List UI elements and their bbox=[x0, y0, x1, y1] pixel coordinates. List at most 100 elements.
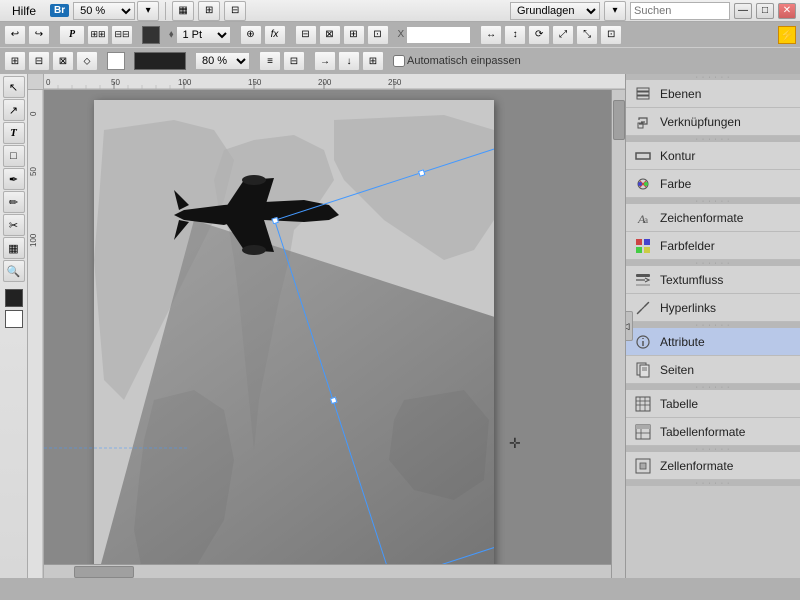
svg-text:50: 50 bbox=[29, 167, 38, 176]
menu-bar: Hilfe Br 50 % 75 % 100 % ▾ ▦ ⊞ ⊟ Grundla… bbox=[0, 0, 800, 22]
view-zoom-select[interactable]: 80 % 100 % bbox=[195, 52, 250, 70]
t2-align1[interactable]: ≡ bbox=[259, 51, 281, 71]
panel-item-farbe[interactable]: Farbe bbox=[626, 170, 800, 198]
canvas-area[interactable]: 0 50 100 150 200 250 bbox=[28, 74, 625, 578]
t2-sep3 bbox=[190, 52, 191, 70]
search-area bbox=[630, 2, 730, 20]
view-btn2[interactable]: ⊞ bbox=[198, 1, 220, 21]
panel-item-zeichenformate[interactable]: AaZeichenformate bbox=[626, 204, 800, 232]
right-panel: ◁ · · · · · · EbenenVerknüpfungen· · · ·… bbox=[625, 74, 800, 578]
transform6-btn[interactable]: ⊡ bbox=[600, 25, 622, 45]
select-tool[interactable]: ↖ bbox=[3, 76, 25, 98]
zoom-control[interactable]: 50 % 75 % 100 % ▾ bbox=[73, 1, 159, 21]
transform5-btn[interactable]: ⤡ bbox=[576, 25, 598, 45]
sep-t2 bbox=[137, 26, 138, 44]
sep-t1 bbox=[54, 26, 55, 44]
pencil-tool[interactable]: ✏ bbox=[3, 191, 25, 213]
minimize-btn[interactable]: — bbox=[734, 3, 752, 19]
close-btn[interactable]: ✕ bbox=[778, 3, 796, 19]
toolbar2: ⊞ ⊟ ⊠ ⬦ 80 % 100 % ≡ ⊟ → ↓ ⊞ Automatisch… bbox=[0, 48, 800, 74]
x-label: X bbox=[398, 29, 405, 40]
auto-fit-checkbox[interactable] bbox=[393, 55, 405, 67]
panel-label-seiten: Seiten bbox=[660, 363, 694, 377]
canvas-scrollbar-h[interactable] bbox=[44, 564, 611, 578]
panel-item-farbfelder[interactable]: Farbfelder bbox=[626, 232, 800, 260]
svg-text:250: 250 bbox=[388, 78, 402, 87]
scissors-tool[interactable]: ✂ bbox=[3, 214, 25, 236]
lightning-btn[interactable]: ⚡ bbox=[778, 26, 796, 44]
tool-stroke-color[interactable] bbox=[5, 310, 23, 328]
panel-item-attribute[interactable]: Attribute bbox=[626, 328, 800, 356]
workspace-dropdown[interactable]: ▾ bbox=[604, 1, 626, 21]
align3-btn[interactable]: ⊞ bbox=[343, 25, 365, 45]
stroke-color-box[interactable] bbox=[134, 52, 186, 70]
tool-fill-color[interactable] bbox=[5, 289, 23, 307]
view-btn3[interactable]: ⊟ bbox=[224, 1, 246, 21]
undo-btn[interactable]: ↩ bbox=[4, 25, 26, 45]
fx-btn[interactable]: fx bbox=[264, 25, 286, 45]
panel-item-textumfluss[interactable]: Textumfluss bbox=[626, 266, 800, 294]
t2-btn2[interactable]: ⊟ bbox=[28, 51, 50, 71]
svg-text:0: 0 bbox=[46, 78, 51, 87]
panel-item-tabellenformate[interactable]: Tabellenformate bbox=[626, 418, 800, 446]
scale-btn[interactable]: ⊕ bbox=[240, 25, 262, 45]
direct-select-tool[interactable]: ↗ bbox=[3, 99, 25, 121]
panel-label-farbfelder: Farbfelder bbox=[660, 239, 715, 253]
panel-item-seiten[interactable]: Seiten bbox=[626, 356, 800, 384]
align1-btn[interactable]: ⊟ bbox=[295, 25, 317, 45]
toolbar1: ↩ ↪ P ⊞⊞ ⊟⊟ ⬧ 1 Pt ⊕ fx ⊟ ⊠ ⊞ ⊡ X 4,233 … bbox=[0, 22, 800, 48]
text-tool[interactable]: T bbox=[3, 122, 25, 144]
panel-item-hyperlinks[interactable]: Hyperlinks bbox=[626, 294, 800, 322]
view-btn1[interactable]: ▦ bbox=[172, 1, 194, 21]
maximize-btn[interactable]: □ bbox=[756, 3, 774, 19]
zellenformate-icon bbox=[634, 457, 652, 475]
t2-arrow2-btn[interactable]: ↓ bbox=[338, 51, 360, 71]
transform2-btn[interactable]: ↕ bbox=[504, 25, 526, 45]
zoom-dropdown-btn[interactable]: ▾ bbox=[137, 1, 159, 21]
panel-label-textumfluss: Textumfluss bbox=[660, 273, 723, 287]
align2-btn[interactable]: ⊠ bbox=[319, 25, 341, 45]
panel-item-tabelle[interactable]: Tabelle bbox=[626, 390, 800, 418]
gradient-tool[interactable]: ▦ bbox=[3, 237, 25, 259]
tool3-btn[interactable]: ⊟⊟ bbox=[111, 25, 133, 45]
t2-align2[interactable]: ⊟ bbox=[283, 51, 305, 71]
redo-btn[interactable]: ↪ bbox=[28, 25, 50, 45]
x-input[interactable]: 4,233 mm bbox=[406, 26, 471, 44]
panel-label-farbe: Farbe bbox=[660, 177, 691, 191]
zoom-tool[interactable]: 🔍 bbox=[3, 260, 25, 282]
panel-sep-bottom: · · · · · · bbox=[626, 480, 800, 486]
hscroll-thumb[interactable] bbox=[74, 566, 134, 578]
transform1-btn[interactable]: ↔ bbox=[480, 25, 502, 45]
pen-tool-btn[interactable]: P bbox=[59, 25, 85, 45]
ruler-corner bbox=[28, 74, 44, 90]
panel-item-zellenformate[interactable]: Zellenformate bbox=[626, 452, 800, 480]
auto-fit-label[interactable]: Automatisch einpassen bbox=[393, 55, 521, 67]
tool2-btn[interactable]: ⊞⊞ bbox=[87, 25, 109, 45]
zoom-select[interactable]: 50 % 75 % 100 % bbox=[73, 2, 135, 20]
fill-color-box[interactable] bbox=[107, 52, 125, 70]
t2-sep6 bbox=[388, 52, 389, 70]
panel-collapse-btn[interactable]: ◁ bbox=[625, 311, 633, 341]
canvas-scrollbar-v[interactable] bbox=[611, 90, 625, 578]
panel-label-zellenformate: Zellenformate bbox=[660, 459, 733, 473]
t2-tool1[interactable]: ⊞ bbox=[362, 51, 384, 71]
t2-btn1[interactable]: ⊞ bbox=[4, 51, 26, 71]
stroke-width-select[interactable]: 1 Pt bbox=[176, 26, 231, 44]
canvas-content[interactable]: ✛ bbox=[44, 90, 625, 578]
t2-arrow-btn[interactable]: → bbox=[314, 51, 336, 71]
panel-item-verknuepfungen[interactable]: Verknüpfungen bbox=[626, 108, 800, 136]
transform4-btn[interactable]: ⤢ bbox=[552, 25, 574, 45]
workspace-select[interactable]: Grundlagen bbox=[510, 2, 600, 20]
transform3-btn[interactable]: ⟳ bbox=[528, 25, 550, 45]
t2-btn3[interactable]: ⊠ bbox=[52, 51, 74, 71]
pen-tool[interactable]: ✒ bbox=[3, 168, 25, 190]
panel-item-kontur[interactable]: Kontur bbox=[626, 142, 800, 170]
vscroll-thumb[interactable] bbox=[613, 100, 625, 140]
align4-btn[interactable]: ⊡ bbox=[367, 25, 389, 45]
panel-item-ebenen[interactable]: Ebenen bbox=[626, 80, 800, 108]
menu-hilfe[interactable]: Hilfe bbox=[4, 2, 44, 20]
color-box[interactable] bbox=[142, 26, 160, 44]
shape-tool[interactable]: □ bbox=[3, 145, 25, 167]
t2-btn4[interactable]: ⬦ bbox=[76, 51, 98, 71]
search-input[interactable] bbox=[630, 2, 730, 20]
